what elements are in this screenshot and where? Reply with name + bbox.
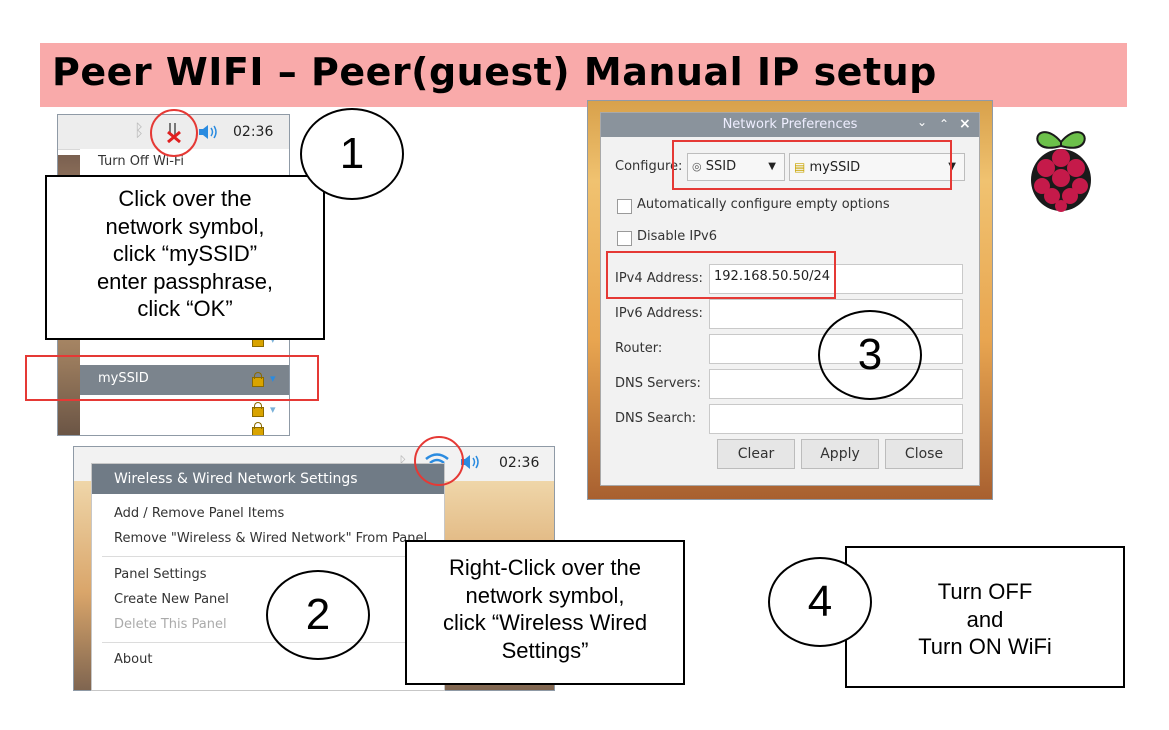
- ipv6-label: IPv6 Address:: [615, 306, 703, 321]
- menu-divider: [102, 556, 434, 557]
- step4-instructions: Turn OFF and Turn ON WiFi: [845, 546, 1125, 688]
- step2-number: 2: [266, 570, 370, 660]
- menu-divider: [102, 642, 434, 643]
- bluetooth-icon[interactable]: ᛒ: [134, 121, 144, 141]
- menu-item-create-new-panel[interactable]: Create New Panel: [114, 592, 229, 607]
- panel-context-menu: Wireless & Wired Network Settings Add / …: [91, 463, 445, 691]
- auto-configure-checkbox[interactable]: [617, 199, 632, 214]
- router-label: Router:: [615, 341, 663, 356]
- page-title: Peer WIFI – Peer(guest) Manual IP setup: [52, 50, 937, 94]
- apply-button[interactable]: Apply: [801, 439, 879, 469]
- menu-item-remove-from-panel[interactable]: Remove "Wireless & Wired Network" From P…: [114, 531, 427, 546]
- network-icon-highlight: [150, 109, 198, 157]
- dns-search-field[interactable]: [709, 404, 963, 434]
- myssid-highlight: [25, 355, 319, 401]
- step3-number: 3: [818, 310, 922, 400]
- menu-item-delete-this-panel: Delete This Panel: [114, 617, 227, 632]
- close-icon[interactable]: ×: [959, 116, 971, 132]
- dns-search-label: DNS Search:: [615, 411, 697, 426]
- configure-highlight: [672, 140, 952, 190]
- ipv4-highlight: [606, 251, 836, 299]
- minimize-icon[interactable]: ⌄: [917, 115, 927, 129]
- raspberry-pi-logo: [1031, 131, 1091, 212]
- dns-servers-label: DNS Servers:: [615, 376, 701, 391]
- close-button[interactable]: Close: [885, 439, 963, 469]
- wifi-signal-icon: ▾: [270, 403, 276, 416]
- maximize-icon[interactable]: ⌃: [939, 117, 949, 131]
- lock-icon: [252, 422, 264, 435]
- wifi-icon-highlight: [414, 436, 464, 486]
- clock: 02:36: [233, 124, 274, 140]
- clock: 02:36: [499, 455, 540, 471]
- menu-item-about[interactable]: About: [114, 652, 152, 667]
- lock-icon: [252, 402, 264, 417]
- step2-instructions: Right-Click over the network symbol, cli…: [405, 540, 685, 685]
- step1-number: 1: [300, 108, 404, 200]
- step1-instructions: Click over the network symbol, click “my…: [45, 175, 325, 340]
- volume-icon[interactable]: [198, 123, 220, 141]
- list-item[interactable]: [80, 421, 289, 435]
- step4-number: 4: [768, 557, 872, 647]
- menu-item-panel-settings[interactable]: Panel Settings: [114, 567, 207, 582]
- auto-configure-label: Automatically configure empty options: [637, 197, 890, 212]
- disable-ipv6-checkbox[interactable]: [617, 231, 632, 246]
- clear-button[interactable]: Clear: [717, 439, 795, 469]
- menu-item-add-remove-panel-items[interactable]: Add / Remove Panel Items: [114, 506, 284, 521]
- wireless-wired-settings-item[interactable]: Wireless & Wired Network Settings: [92, 464, 444, 494]
- disable-ipv6-label: Disable IPv6: [637, 229, 717, 244]
